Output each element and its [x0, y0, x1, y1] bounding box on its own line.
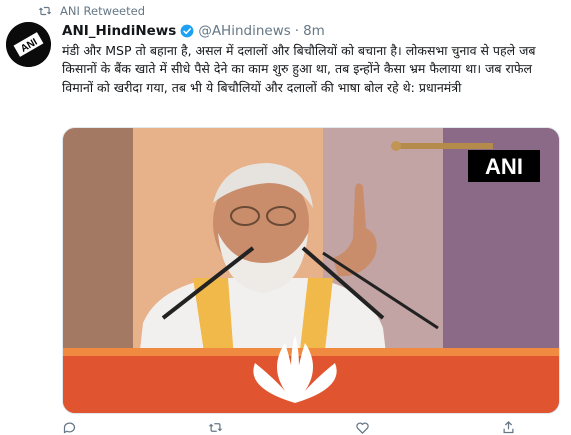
media-watermark: ANI — [485, 154, 523, 179]
user-handle[interactable]: @AHindinews — [198, 23, 290, 39]
header-separator: · — [294, 23, 300, 39]
avatar[interactable]: ANI — [6, 22, 51, 67]
retweet-icon — [38, 6, 52, 16]
tweet-timestamp[interactable]: 8m — [303, 23, 325, 39]
tweet-text: मंडी और MSP तो बहाना है, असल में दलालों … — [62, 43, 536, 95]
share-button[interactable] — [501, 420, 522, 435]
retweet-icon — [208, 423, 223, 432]
like-icon — [355, 422, 369, 435]
like-button[interactable] — [355, 420, 376, 435]
retweet-label: ANI Retweeted — [60, 4, 146, 18]
tweet-actions — [62, 420, 522, 435]
retweet-context: ANI Retweeted — [38, 3, 145, 19]
display-name[interactable]: ANI_HindiNews — [62, 23, 176, 39]
reply-icon — [63, 422, 76, 434]
verified-badge-icon — [180, 24, 194, 38]
reply-button[interactable] — [62, 420, 83, 435]
tweet-header: ANI_HindiNews @AHindinews · 8m — [62, 22, 325, 40]
retweet-button[interactable] — [208, 420, 229, 435]
tweet-media-image[interactable]: ANI — [62, 127, 560, 414]
share-icon — [503, 420, 514, 434]
